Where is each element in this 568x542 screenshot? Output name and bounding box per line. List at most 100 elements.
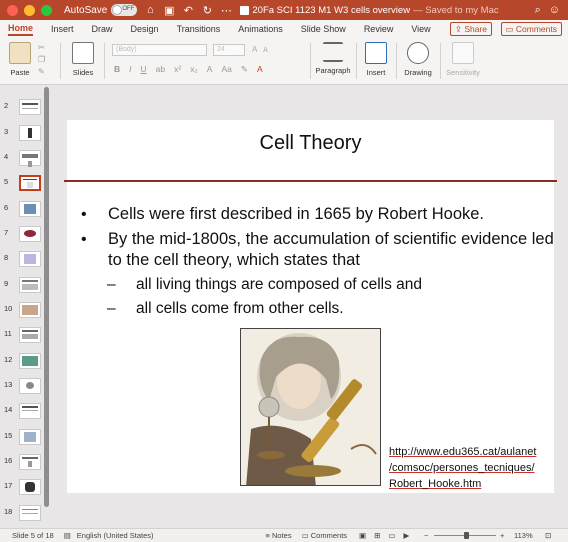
slide-sorter-icon[interactable]: ⊞: [374, 531, 380, 540]
strikethrough-icon[interactable]: ab: [156, 64, 165, 75]
share-icon: ⇪: [454, 24, 462, 34]
increase-font-icon[interactable]: A: [252, 45, 257, 54]
superscript-icon[interactable]: x²: [174, 64, 181, 75]
slide[interactable]: Cell Theory Cells were first described i…: [64, 120, 557, 493]
change-case-icon[interactable]: Aa: [221, 64, 231, 75]
italic-button[interactable]: I: [129, 64, 131, 75]
bold-button[interactable]: B: [114, 64, 120, 75]
document-title: 20Fa SCI 1123 M1 W3 cells overview — Sav…: [240, 5, 499, 16]
font-name-field[interactable]: (Body): [112, 44, 207, 56]
thumbnail-image: [19, 99, 41, 115]
slide-title[interactable]: Cell Theory: [67, 132, 554, 155]
thumbnail-scrollbar[interactable]: [44, 87, 49, 507]
paragraph-button[interactable]: Paragraph: [314, 42, 352, 75]
thumbnail-image: [19, 277, 41, 293]
zoom-in-icon[interactable]: +: [500, 531, 504, 540]
thumbnail-number: 13: [4, 380, 13, 389]
ribbon-divider: [60, 43, 61, 79]
spellcheck-icon[interactable]: ▤: [64, 531, 71, 540]
redo-icon[interactable]: ↻: [201, 4, 213, 17]
thumbnail-image: [19, 175, 41, 191]
ribbon-divider: [310, 43, 311, 79]
slides-label: Slides: [72, 68, 94, 77]
more-commands-icon[interactable]: ⋯: [220, 4, 232, 17]
format-painter-icon[interactable]: ✎: [38, 66, 45, 78]
reading-view-icon[interactable]: ▭: [388, 531, 395, 540]
insert-label: Insert: [366, 68, 386, 77]
ribbon: Paste ✂ ❐ ✎ Slides (Body) 24 A A B I U a…: [0, 38, 568, 85]
paste-label: Paste: [10, 68, 30, 77]
notes-label: Notes: [271, 531, 292, 540]
normal-view-icon[interactable]: ▣: [359, 531, 366, 540]
slide-bullets[interactable]: Cells were first described in 1665 by Ro…: [79, 204, 554, 319]
insert-button[interactable]: Insert: [362, 42, 390, 77]
sub-bullet-item: all living things are composed of cells …: [79, 275, 554, 295]
shapes-icon: [407, 42, 429, 64]
underline-button[interactable]: U: [141, 64, 147, 75]
tab-home[interactable]: Home: [8, 23, 34, 36]
search-icon[interactable]: ⌕: [535, 4, 541, 17]
highlight-icon[interactable]: ✎: [241, 64, 248, 75]
ribbon-divider: [356, 43, 357, 79]
autosave-toggle[interactable]: OFF: [111, 4, 138, 16]
tab-transitions[interactable]: Transitions: [177, 24, 221, 34]
language-indicator[interactable]: English (United States): [77, 531, 154, 540]
drawing-button[interactable]: Drawing: [402, 42, 434, 77]
comments-button[interactable]: ▭ Comments: [500, 22, 562, 36]
save-icon[interactable]: ▣: [163, 4, 175, 17]
robert-hooke-illustration[interactable]: [240, 328, 381, 486]
thumbnail-image: [19, 505, 41, 521]
paragraph-label: Paragraph: [315, 66, 351, 75]
title-divider: [64, 180, 557, 182]
zoom-out-icon[interactable]: −: [424, 531, 428, 540]
slide-canvas: Cell Theory Cells were first described i…: [52, 85, 568, 528]
thumbnail-number: 9: [4, 279, 9, 288]
comments-status-button[interactable]: ▭ Comments: [302, 531, 347, 540]
slide-counter: Slide 5 of 18: [12, 531, 54, 540]
thumbnail-number: 15: [4, 431, 13, 440]
tab-animations[interactable]: Animations: [238, 24, 283, 34]
share-button[interactable]: ⇪ Share: [449, 22, 492, 36]
slides-button[interactable]: Slides: [68, 42, 98, 77]
font-size-field[interactable]: 24: [213, 44, 245, 56]
hooke-portrait-drawing: [241, 329, 380, 485]
slide-thumbnail-pane: 2 3 4 5 6 7 8 9 10 11 12 13 14 15 16 17 …: [0, 85, 52, 528]
thumbnail-number: 18: [4, 507, 13, 516]
status-bar: Slide 5 of 18 ▤ English (United States) …: [0, 528, 568, 542]
slideshow-icon[interactable]: ▶: [404, 531, 410, 540]
zoom-slider-knob[interactable]: [464, 532, 469, 539]
zoom-level[interactable]: 113%: [514, 531, 533, 540]
tab-view[interactable]: View: [411, 24, 430, 34]
account-icon[interactable]: ☺: [549, 4, 560, 17]
paste-button[interactable]: Paste: [6, 42, 34, 77]
thumbnail-image: [19, 302, 41, 318]
cut-icon[interactable]: ✂: [38, 42, 45, 54]
minimize-window-button[interactable]: [24, 4, 35, 16]
tab-design[interactable]: Design: [131, 24, 159, 34]
subscript-icon[interactable]: x₂: [190, 64, 198, 75]
thumbnail-image: [19, 150, 41, 167]
tab-insert[interactable]: Insert: [51, 24, 74, 34]
tab-review[interactable]: Review: [364, 24, 394, 34]
thumbnail-number: 16: [4, 456, 13, 465]
notes-button[interactable]: ≡ Notes: [266, 531, 292, 540]
thumbnail-image: [19, 403, 41, 419]
undo-icon[interactable]: ↶: [182, 4, 194, 17]
zoom-window-button[interactable]: [41, 4, 52, 16]
source-link[interactable]: http://www.edu365.cat/aulanet /comsoc/pe…: [389, 444, 551, 492]
home-icon[interactable]: ⌂: [144, 4, 156, 16]
font-color-icon[interactable]: A: [257, 64, 263, 75]
sensitivity-button[interactable]: Sensitivity: [444, 42, 482, 77]
font-size-buttons: A A: [252, 45, 268, 54]
autosave-control[interactable]: AutoSave OFF: [64, 4, 138, 16]
close-window-button[interactable]: [7, 4, 18, 16]
tab-draw[interactable]: Draw: [92, 24, 113, 34]
thumbnail-image: [19, 201, 41, 217]
decrease-font-icon[interactable]: A: [263, 47, 268, 54]
text-effects-icon[interactable]: A: [207, 64, 213, 75]
thumbnail-image: [19, 251, 41, 267]
copy-icon[interactable]: ❐: [38, 54, 45, 66]
sensitivity-icon: [452, 42, 474, 64]
tab-slide-show[interactable]: Slide Show: [301, 24, 346, 34]
fit-to-window-icon[interactable]: ⊡: [545, 531, 551, 540]
